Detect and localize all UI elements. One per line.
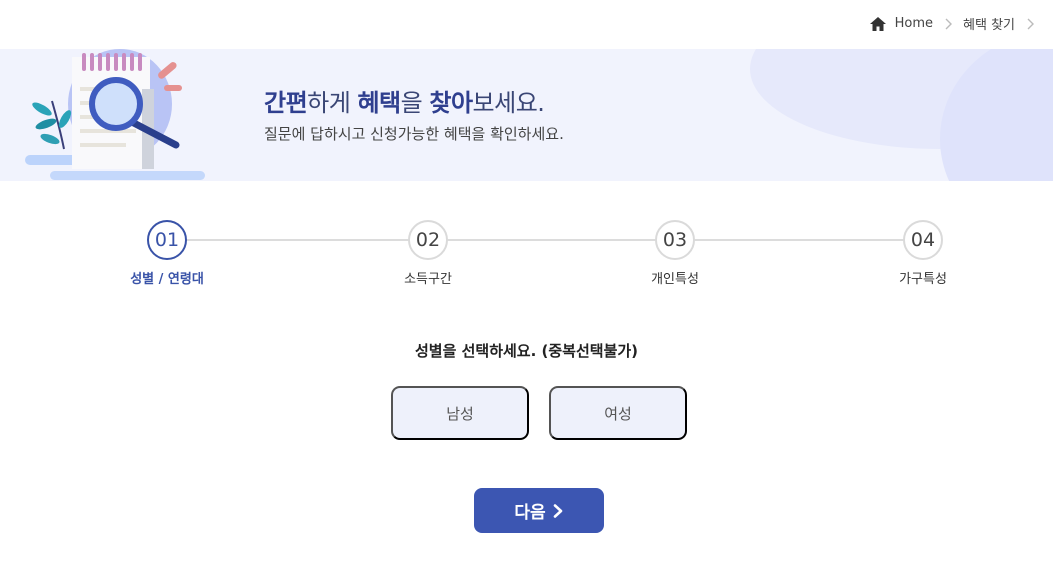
gender-options: 남성 여성 [391, 386, 687, 440]
option-female-button[interactable]: 여성 [549, 386, 687, 440]
home-icon[interactable] [869, 16, 886, 31]
step-indicator: 01 성별 / 연령대 02 소득구간 03 개인특성 04 가구특성 [0, 220, 1053, 290]
step-label: 가구특성 [899, 272, 947, 287]
step-number-circle: 01 [147, 220, 187, 260]
banner-title-part: 보세요. [472, 89, 545, 117]
step-4: 04 가구특성 [863, 220, 983, 287]
step-number-circle: 03 [655, 220, 695, 260]
step-3: 03 개인특성 [615, 220, 735, 287]
step-label: 소득구간 [404, 272, 452, 287]
step-1: 01 성별 / 연령대 [107, 220, 227, 287]
chevron-right-icon [553, 503, 562, 518]
hero-banner: 간편하게 혜택을 찾아보세요. 질문에 답하시고 신청가능한 혜택을 확인하세요… [0, 49, 1053, 181]
breadcrumb: Home 혜택 찾기 [869, 14, 1045, 33]
banner-title-part: 간편 [264, 89, 308, 117]
step-number-circle: 02 [408, 220, 448, 260]
banner-title-part: 찾아 [429, 89, 473, 117]
step-number-circle: 04 [903, 220, 943, 260]
option-male-button[interactable]: 남성 [391, 386, 529, 440]
step-label: 개인특성 [651, 272, 699, 287]
banner-title-part: 혜택 [357, 89, 401, 117]
breadcrumb-home-link[interactable]: Home [895, 16, 933, 31]
chevron-right-icon [1027, 18, 1034, 29]
breadcrumb-current-link[interactable]: 혜택 찾기 [963, 14, 1015, 33]
banner-subtitle: 질문에 답하시고 신청가능한 혜택을 확인하세요. [264, 125, 564, 143]
search-document-illustration [25, 49, 205, 180]
step-progress-line [167, 239, 923, 241]
next-button-label: 다음 [514, 503, 546, 523]
banner-title: 간편하게 혜택을 찾아보세요. [264, 83, 545, 118]
step-2: 02 소득구간 [368, 220, 488, 287]
banner-title-part: 을 [400, 89, 430, 117]
chevron-right-icon [945, 18, 953, 29]
question-title: 성별을 선택하세요. (중복선택불가) [414, 342, 639, 360]
step-label: 성별 / 연령대 [130, 272, 204, 287]
next-button[interactable]: 다음 [474, 488, 604, 533]
banner-title-part: 하게 [307, 89, 358, 117]
